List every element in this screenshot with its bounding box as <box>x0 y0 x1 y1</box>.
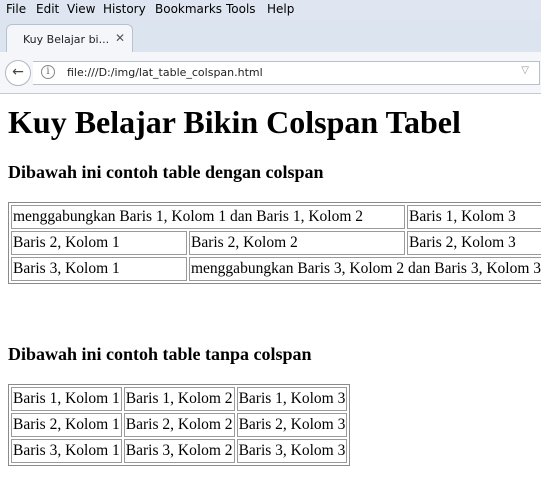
table-cell: menggabungkan Baris 3, Kolom 2 dan Baris… <box>189 257 541 281</box>
table-without-colspan: Baris 1, Kolom 1 Baris 1, Kolom 2 Baris … <box>8 384 351 466</box>
tab-title: Kuy Belajar bi... <box>23 33 110 46</box>
menu-bookmarks[interactable]: Bookmarks <box>155 2 222 16</box>
table-cell: Baris 1, Kolom 3 <box>407 205 541 229</box>
table-row: menggabungkan Baris 1, Kolom 1 dan Baris… <box>11 205 541 229</box>
page-title: Kuy Belajar Bikin Colspan Tabel <box>8 104 461 140</box>
nav-bar: ← i file:///D:/img/lat_table_colspan.htm… <box>0 52 541 94</box>
menu-tools[interactable]: Tools <box>226 2 256 16</box>
menu-view[interactable]: View <box>67 2 95 16</box>
table-cell: Baris 2, Kolom 3 <box>236 413 348 437</box>
url-text[interactable]: file:///D:/img/lat_table_colspan.html <box>67 66 263 79</box>
table-with-colspan: menggabungkan Baris 1, Kolom 1 dan Baris… <box>8 202 541 284</box>
table-cell: Baris 2, Kolom 2 <box>189 231 406 255</box>
table-cell: Baris 3, Kolom 3 <box>236 439 348 463</box>
menu-history[interactable]: History <box>103 2 146 16</box>
table-cell: Baris 3, Kolom 1 <box>11 439 122 463</box>
tab-active[interactable]: Kuy Belajar bi... ✕ <box>6 24 133 53</box>
heading-colspan: Dibawah ini contoh table dengan colspan <box>8 162 324 182</box>
table-cell: menggabungkan Baris 1, Kolom 1 dan Baris… <box>11 205 406 229</box>
url-bar[interactable]: i file:///D:/img/lat_table_colspan.html … <box>33 61 540 85</box>
table-cell: Baris 2, Kolom 1 <box>11 231 187 255</box>
table-cell: Baris 1, Kolom 3 <box>236 387 348 411</box>
close-icon[interactable]: ✕ <box>115 31 125 45</box>
menu-file[interactable]: File <box>6 2 26 16</box>
table-cell: Baris 2, Kolom 1 <box>11 413 122 437</box>
table-cell: Baris 1, Kolom 2 <box>123 387 235 411</box>
table-row: Baris 2, Kolom 1 Baris 2, Kolom 2 Baris … <box>11 413 348 437</box>
table-cell: Baris 3, Kolom 2 <box>123 439 235 463</box>
table-row: Baris 1, Kolom 1 Baris 1, Kolom 2 Baris … <box>11 387 348 411</box>
tab-strip: Kuy Belajar bi... ✕ <box>0 20 541 53</box>
table-cell: Baris 2, Kolom 3 <box>407 231 541 255</box>
table-row: Baris 2, Kolom 1 Baris 2, Kolom 2 Baris … <box>11 231 541 255</box>
back-arrow-icon[interactable]: ← <box>5 60 31 86</box>
menu-help[interactable]: Help <box>267 2 294 16</box>
table-cell: Baris 1, Kolom 1 <box>11 387 122 411</box>
heading-no-colspan: Dibawah ini contoh table tanpa colspan <box>8 344 312 364</box>
table-row: Baris 3, Kolom 1 menggabungkan Baris 3, … <box>11 257 541 281</box>
menu-edit[interactable]: Edit <box>36 2 59 16</box>
table-cell: Baris 3, Kolom 1 <box>11 257 187 281</box>
table-cell: Baris 2, Kolom 2 <box>123 413 235 437</box>
table-row: Baris 3, Kolom 1 Baris 3, Kolom 2 Baris … <box>11 439 348 463</box>
menu-bar: File Edit View History Bookmarks Tools H… <box>0 0 541 20</box>
info-icon[interactable]: i <box>41 65 55 79</box>
chevron-down-icon[interactable]: ▽ <box>521 65 529 76</box>
